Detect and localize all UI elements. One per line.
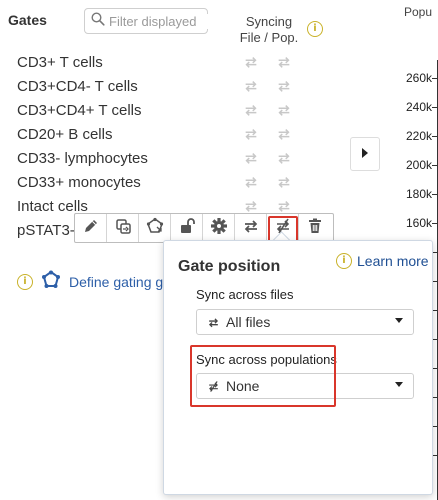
edit-button[interactable] [75,214,107,242]
sync-file-icon[interactable] [243,78,259,94]
y-tick-mark [432,78,438,79]
learn-more-link[interactable]: i Learn more [336,253,429,269]
filter-input[interactable] [105,13,209,29]
sync-files-icon [242,217,260,240]
gate-label: pSTAT3- [17,222,75,239]
y-tick-label: 260k [405,71,432,85]
sync-populations-highlight-outline [190,345,336,407]
chevron-down-icon [395,318,403,323]
y-tick-mark [432,165,438,166]
sync-population-icon[interactable] [276,126,292,142]
delete-icon [306,217,324,240]
gating-hierarchy-icon [41,270,61,293]
sync-file-icon[interactable] [243,150,259,166]
gate-position-popover: Gate position i Learn more Sync across f… [163,240,433,495]
define-gating-row[interactable]: i Define gating g [17,270,163,293]
caret-right-icon [361,145,369,163]
y-tick-mark [432,223,438,224]
y-tick-label: 200k [405,158,432,172]
sync-file-icon[interactable] [243,198,259,214]
sync-population-icon[interactable] [276,102,292,118]
polygon-button[interactable] [139,214,171,242]
copy-gate-button[interactable] [107,214,139,242]
sync-population-icon[interactable] [276,150,292,166]
define-gating-link[interactable]: Define gating g [69,274,163,290]
population-header: Popu [404,5,433,19]
learn-more-label: Learn more [357,253,429,269]
popover-title: Gate position [178,258,281,275]
gate-row[interactable]: CD20+ B cells [0,122,300,146]
y-tick-mark [432,107,438,108]
copy-gate-icon [114,217,132,240]
polygon-icon [146,217,164,240]
settings-button[interactable] [203,214,235,242]
sync-file-icon[interactable] [243,54,259,70]
y-tick-mark [432,136,438,137]
sync-file-icon[interactable] [243,126,259,142]
chevron-down-icon [395,382,403,387]
unlock-button[interactable] [171,214,203,242]
gate-row[interactable]: CD33- lymphocytes [0,146,300,170]
sync-file-icon[interactable] [243,102,259,118]
sync-population-icon[interactable] [276,78,292,94]
edit-icon [82,217,100,240]
y-tick-mark [432,194,438,195]
y-tick-label: 180k [405,187,432,201]
info-icon: i [336,253,352,269]
gate-row[interactable]: CD33+ monocytes [0,170,300,194]
info-icon: i [17,273,33,290]
syncing-header-line1: Syncing [245,14,293,29]
search-icon [91,11,105,31]
gate-label: CD20+ B cells [17,126,113,143]
gate-row[interactable]: CD3+ T cells [0,50,300,74]
delete-button[interactable] [299,214,331,242]
sync-files-dropdown[interactable]: All files [196,309,414,335]
syncing-header-line2: File / Pop. [239,30,299,45]
y-tick-label: 240k [405,100,432,114]
gate-label: CD33- lymphocytes [17,150,148,167]
y-tick-label: 220k [405,129,432,143]
sync-files-value: All files [226,314,271,330]
settings-icon [210,217,228,240]
gate-label: CD3+ T cells [17,54,103,71]
syncing-info-icon[interactable]: i [307,21,323,37]
unlock-icon [178,217,196,240]
info-icon: i [307,21,323,37]
sync-files-label: Sync across files [196,287,294,302]
expand-panel-button[interactable] [350,137,380,171]
sync-files-icon [207,316,220,329]
gate-row[interactable]: CD3+CD4+ T cells [0,98,300,122]
syncing-header: Syncing File / Pop. [236,14,302,46]
gate-row[interactable]: CD3+CD4- T cells [0,74,300,98]
gate-label: CD33+ monocytes [17,174,141,191]
sync-population-icon[interactable] [276,198,292,214]
gate-label: CD3+CD4- T cells [17,78,138,95]
gates-title: Gates [8,12,47,28]
y-tick-label: 160k [405,216,432,230]
filter-search-box[interactable] [84,8,209,34]
sync-population-icon[interactable] [276,174,292,190]
sync-population-icon[interactable] [276,54,292,70]
gate-label: CD3+CD4+ T cells [17,102,142,119]
sync-files-button[interactable] [235,214,267,242]
sync-file-icon[interactable] [243,174,259,190]
